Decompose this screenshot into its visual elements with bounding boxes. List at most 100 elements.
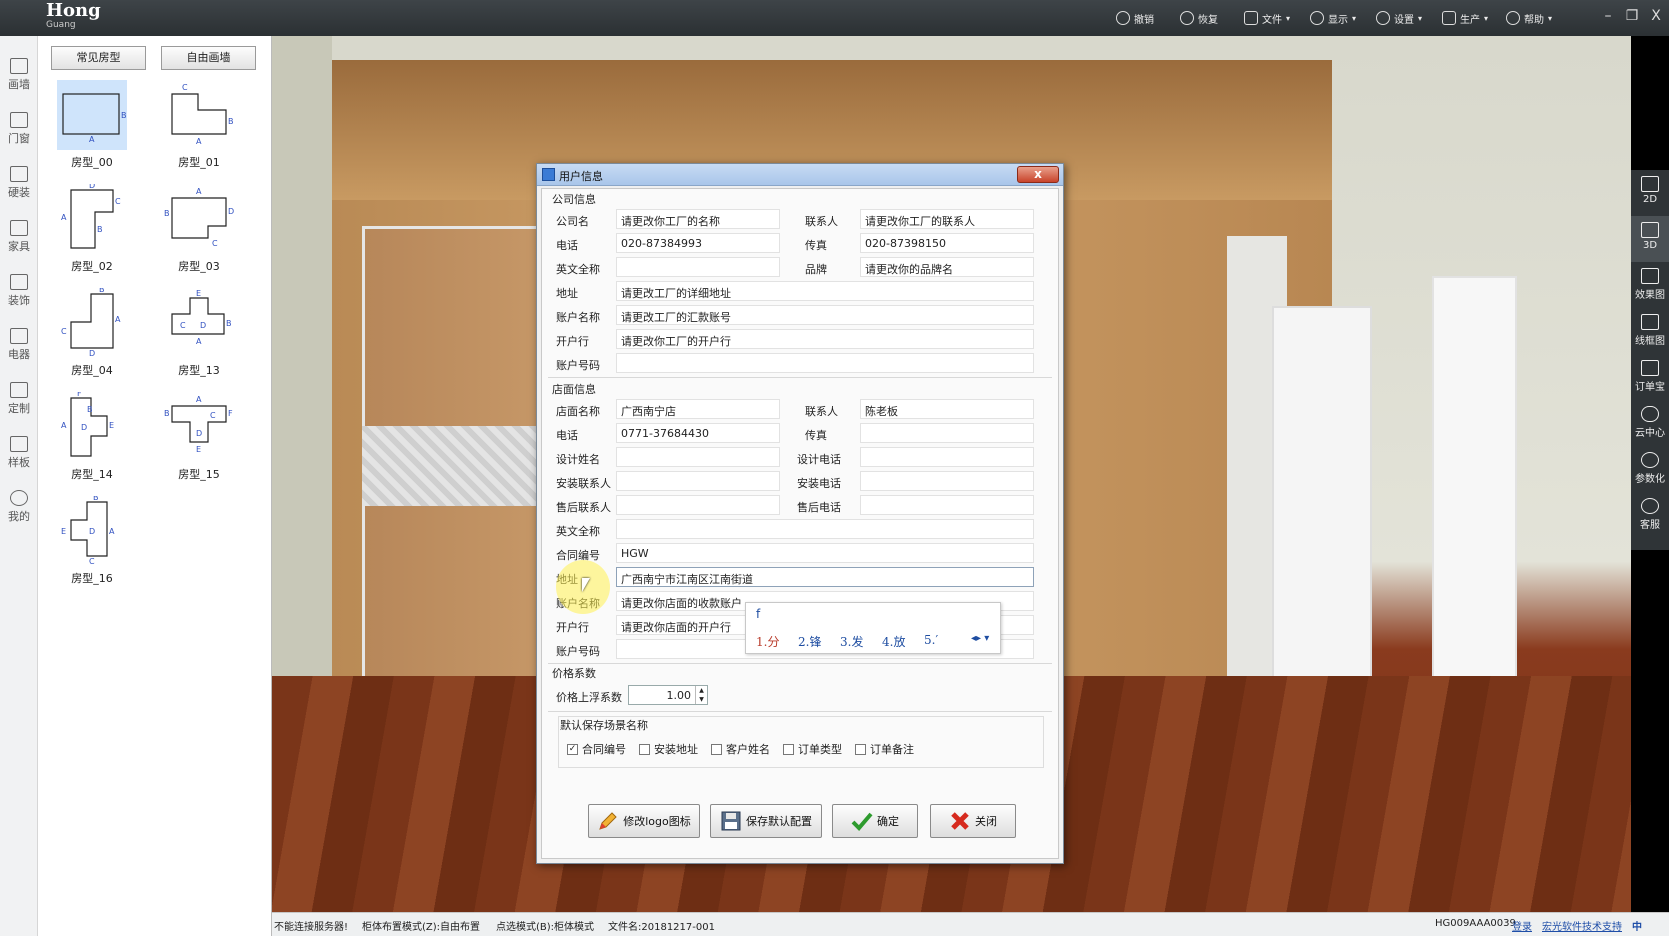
company-phone-label: 电话 (556, 239, 578, 252)
rail-item-custom[interactable]: 定制 (0, 376, 38, 422)
help-menu-button[interactable]: 帮助 ▾ (1500, 5, 1558, 31)
company-contact-input[interactable]: 请更改你工厂的联系人 (860, 209, 1034, 229)
room-type-02[interactable]: DCAB 房型_02 (54, 181, 130, 284)
restore-button[interactable]: ❐ (1622, 6, 1642, 26)
room-type-13[interactable]: ECDBA 房型_13 (161, 288, 237, 388)
svg-text:A: A (61, 213, 67, 222)
store-contact-input[interactable]: 陈老板 (860, 399, 1034, 419)
cloud-center-button[interactable]: 云中心 (1631, 400, 1669, 446)
rail-item-appliance[interactable]: 电器 (0, 322, 38, 368)
view-2d-button[interactable]: 2D (1631, 170, 1669, 216)
rail-item-furniture[interactable]: 家具 (0, 214, 38, 260)
ime-pager[interactable]: ◂▸ ▾ (971, 633, 989, 644)
designer-phone-input[interactable] (860, 447, 1034, 467)
file-menu-button[interactable]: 文件 ▾ (1238, 5, 1296, 31)
rail-item-door-window[interactable]: 门窗 (0, 106, 38, 152)
company-account-name-input[interactable]: 请更改工厂的汇款账号 (616, 305, 1034, 325)
checkbox-customer-name[interactable]: 客户姓名 (711, 741, 770, 757)
dialog-titlebar[interactable]: 用户信息 x (537, 164, 1063, 186)
produce-menu-button[interactable]: 生产 ▾ (1436, 5, 1494, 31)
price-factor-stepper[interactable]: 1.00 ▲ ▼ (628, 685, 708, 705)
store-en-name-input[interactable] (616, 519, 1034, 539)
rail-item-template[interactable]: 样板 (0, 430, 38, 476)
company-brand-input[interactable]: 请更改你的品牌名 (860, 257, 1034, 277)
aftersale-contact-label: 售后联系人 (556, 501, 611, 514)
checkbox-install-address[interactable]: 安装地址 (639, 741, 698, 757)
ok-button[interactable]: 确定 (832, 804, 918, 838)
company-en-name-input[interactable] (616, 257, 780, 277)
render-button[interactable]: 效果图 (1631, 262, 1669, 308)
rail-item-hard-decor[interactable]: 硬装 (0, 160, 38, 206)
company-phone-input[interactable]: 020-87384993 (616, 233, 780, 253)
room-type-03[interactable]: ABDC 房型_03 (161, 184, 237, 284)
checkbox-contract-no[interactable]: ✓ 合同编号 (567, 741, 626, 757)
ime-candidate[interactable]: 4.放 (882, 633, 905, 650)
order-button[interactable]: 订单宝 (1631, 354, 1669, 400)
close-button[interactable]: 关闭 (930, 804, 1016, 838)
room-type-00[interactable]: AB 房型_00 (54, 80, 130, 180)
save-default-config-button[interactable]: 保存默认配置 (710, 804, 822, 838)
monitor-icon (10, 328, 28, 344)
rail-item-mine[interactable]: 我的 (0, 484, 38, 530)
store-phone-input[interactable]: 0771-37684430 (616, 423, 780, 443)
svg-text:C: C (212, 239, 218, 248)
wireframe-button[interactable]: 线框图 (1631, 308, 1669, 354)
store-fax-label: 传真 (805, 429, 827, 442)
company-fax-input[interactable]: 020-87398150 (860, 233, 1034, 253)
checkbox-order-type[interactable]: 订单类型 (783, 741, 842, 757)
undo-button[interactable]: 撤销 (1110, 5, 1160, 31)
install-contact-input[interactable] (616, 471, 780, 491)
parametric-button[interactable]: 参数化 (1631, 446, 1669, 492)
right-toolbar: 2D 3D 效果图 线框图 订单宝 云中心 参数化 客服 (1631, 170, 1669, 550)
company-bank-input[interactable]: 请更改你工厂的开户行 (616, 329, 1034, 349)
company-name-input[interactable]: 请更改你工厂的名称 (616, 209, 780, 229)
redo-button[interactable]: 恢复 (1174, 5, 1224, 31)
user-info-dialog: 用户信息 x 公司信息 公司名 请更改你工厂的名称 联系人 请更改你工厂的联系人… (536, 163, 1064, 864)
checkbox-order-note[interactable]: 订单备注 (855, 741, 914, 757)
scene-left-wall (272, 36, 332, 726)
ime-candidate[interactable]: 5.′ (924, 633, 938, 647)
checkmark-icon (851, 812, 873, 831)
dialog-close-button[interactable]: x (1017, 166, 1059, 183)
tab-common-rooms[interactable]: 常见房型 (51, 46, 146, 70)
ime-indicator[interactable]: 中 (1632, 918, 1642, 933)
room-type-15[interactable]: ABCFDE 房型_15 (161, 392, 237, 492)
room-type-01[interactable]: CAB 房型_01 (161, 80, 237, 180)
chevron-down-icon: ▾ (1286, 13, 1291, 23)
designer-name-input[interactable] (616, 447, 780, 467)
install-phone-input[interactable] (860, 471, 1034, 491)
support-link[interactable]: 宏光软件技术支持 (1542, 918, 1622, 933)
pencil-icon (599, 812, 617, 830)
company-address-input[interactable]: 请更改工厂的详细地址 (616, 281, 1034, 301)
tab-free-wall[interactable]: 自由画墙 (161, 46, 256, 70)
login-link[interactable]: 登录 (1512, 918, 1532, 933)
room-type-04[interactable]: BACD 房型_04 (54, 285, 130, 388)
svg-text:A: A (196, 337, 202, 346)
settings-menu-button[interactable]: 设置 ▾ (1370, 5, 1428, 31)
store-fax-input[interactable] (860, 423, 1034, 443)
store-address-input[interactable]: 广西南宁市江南区江南街道 (616, 567, 1034, 587)
store-en-name-label: 英文全称 (556, 525, 600, 538)
rail-item-draw-wall[interactable]: 画墙 (0, 52, 38, 98)
store-name-input[interactable]: 广西南宁店 (616, 399, 780, 419)
ime-candidate[interactable]: 2.锋 (798, 633, 821, 650)
contract-no-input[interactable]: HGW (616, 543, 1034, 563)
check-icon: ✓ (567, 743, 578, 755)
aftersale-contact-input[interactable] (616, 495, 780, 515)
customer-service-button[interactable]: 客服 (1631, 492, 1669, 538)
view-3d-button[interactable]: 3D (1631, 216, 1669, 262)
room-type-16[interactable]: BEDAC 房型_16 (54, 493, 130, 596)
aftersale-phone-input[interactable] (860, 495, 1034, 515)
rail-item-decoration[interactable]: 装饰 (0, 268, 38, 314)
change-logo-button[interactable]: 修改logo图标 (588, 804, 700, 838)
chevron-down-icon: ▾ (1418, 13, 1423, 23)
room-type-14[interactable]: FADEB 房型_14 (54, 389, 130, 492)
minimize-button[interactable]: – (1598, 6, 1618, 26)
ime-candidate[interactable]: 3.发 (840, 633, 863, 650)
company-section-title: 公司信息 (552, 193, 596, 206)
display-menu-button[interactable]: 显示 ▾ (1304, 5, 1362, 31)
ime-candidate[interactable]: 1.分 (756, 633, 779, 650)
window-close-button[interactable]: X (1646, 6, 1666, 26)
company-account-no-input[interactable] (616, 353, 1034, 373)
stepper-arrows-icon[interactable]: ▲ ▼ (695, 686, 707, 704)
